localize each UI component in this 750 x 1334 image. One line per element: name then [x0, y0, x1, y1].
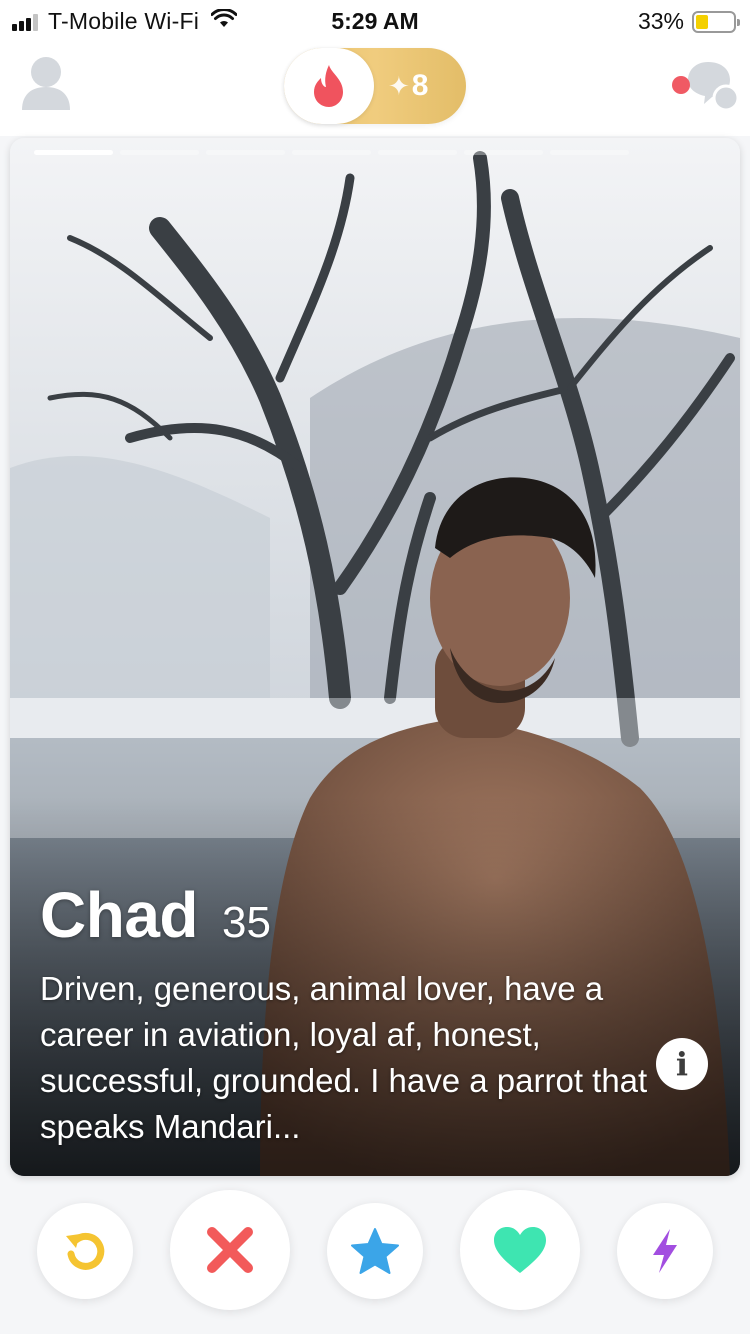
sparkle-icon: ✦	[388, 70, 410, 101]
heart-icon	[494, 1227, 546, 1273]
x-icon	[207, 1227, 253, 1273]
profile-bio: Driven, generous, animal lover, have a c…	[40, 970, 648, 1145]
info-button[interactable]: i	[656, 1038, 708, 1090]
status-right: 33%	[637, 8, 740, 35]
lightning-icon	[653, 1229, 677, 1273]
flame-button[interactable]	[284, 48, 374, 124]
profile-card[interactable]: Chad 35 Driven, generous, animal lover, …	[10, 138, 740, 1176]
photo-progress-segment	[292, 150, 371, 155]
profile-name: Chad	[40, 879, 199, 951]
photo-progress-segment	[34, 150, 113, 155]
rewind-button[interactable]	[37, 1203, 133, 1299]
boost-button[interactable]	[617, 1203, 713, 1299]
battery-percent: 33%	[637, 8, 684, 34]
top-nav: ✦ 8	[0, 40, 750, 136]
photo-progress-segment	[378, 150, 457, 155]
star-icon	[351, 1228, 399, 1274]
photo-progress-segment	[550, 150, 629, 155]
photo-progress-segment	[464, 150, 543, 155]
photo-progress-segment	[120, 150, 199, 155]
profile-age: 35	[222, 898, 271, 947]
nope-button[interactable]	[170, 1190, 290, 1310]
battery-fill	[696, 14, 708, 29]
info-icon: i	[675, 1045, 689, 1083]
photo-progress-indicator	[34, 150, 636, 155]
boost-count: 8	[411, 69, 429, 102]
notification-dot	[672, 76, 690, 94]
status-bar: T-Mobile Wi-Fi 5:29 AM 33%	[0, 0, 750, 40]
profile-button[interactable]	[20, 54, 72, 114]
messages-button[interactable]	[668, 56, 742, 116]
super-like-button[interactable]	[327, 1203, 423, 1299]
profile-info: Chad 35 Driven, generous, animal lover, …	[40, 878, 660, 1150]
profile-icon	[22, 57, 70, 110]
photo-progress-segment	[206, 150, 285, 155]
rewind-icon	[66, 1232, 105, 1270]
name-row: Chad 35	[40, 878, 660, 952]
like-button[interactable]	[460, 1190, 580, 1310]
discovery-toggle[interactable]: ✦ 8	[284, 48, 466, 124]
action-bar	[0, 1176, 750, 1334]
battery-icon	[692, 10, 740, 33]
boost-count-badge[interactable]: ✦ 8	[388, 64, 428, 108]
flame-icon	[314, 65, 343, 107]
